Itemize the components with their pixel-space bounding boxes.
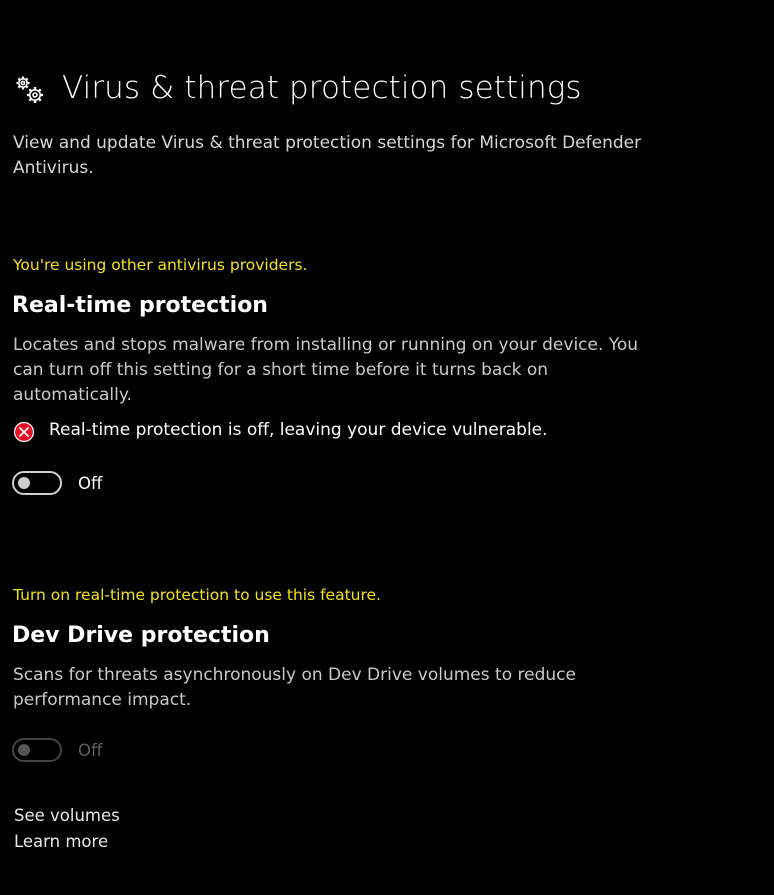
gears-icon [13,74,47,106]
devdrive-warning: Turn on real-time protection to use this… [13,586,381,604]
learn-more-link[interactable]: Learn more [14,832,108,851]
realtime-description: Locates and stops malware from installin… [13,335,639,405]
realtime-toggle[interactable] [12,471,62,495]
realtime-title: Real-time protection [12,293,268,318]
page-title: Virus & threat protection settings [62,70,582,106]
devdrive-toggle-label: Off [78,741,103,760]
realtime-warning: You're using other antivirus providers. [13,256,308,274]
toggle-knob [18,477,30,489]
realtime-toggle-label: Off [78,474,103,493]
devdrive-toggle[interactable] [12,738,62,762]
error-circle-icon [13,421,35,443]
see-volumes-link[interactable]: See volumes [14,806,120,825]
devdrive-description: Scans for threats asynchronously on Dev … [13,665,576,710]
realtime-status-text: Real-time protection is off, leaving you… [49,420,548,440]
devdrive-title: Dev Drive protection [12,623,270,648]
page-description: View and update Virus & threat protectio… [13,133,642,178]
toggle-knob [18,744,30,756]
